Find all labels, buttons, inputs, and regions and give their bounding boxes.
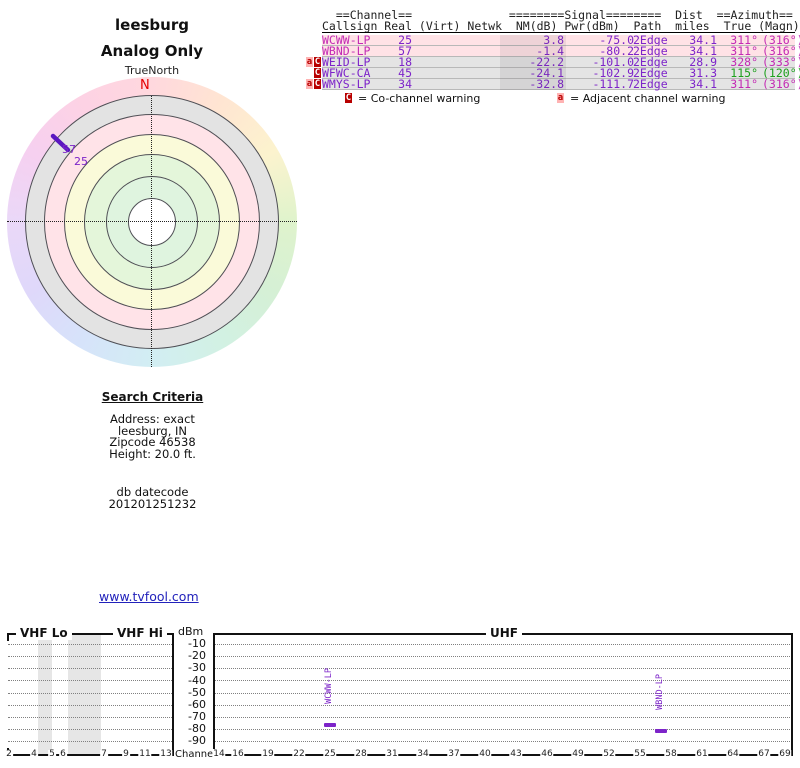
x-tick: 43 xyxy=(509,749,523,759)
search-criteria-block: Search Criteria Address: exact leesburg,… xyxy=(40,390,265,510)
table-column-header: Callsign Real (Virt) Netwk NM(dB) Pwr(dB… xyxy=(322,19,800,33)
azimuth-true: 311° xyxy=(730,77,758,91)
y-tick: -20 xyxy=(188,649,206,662)
channel-axis-label: Channel xyxy=(175,749,217,760)
vhf-lo-band-label: VHF Lo xyxy=(16,626,72,640)
pwr-dbm: -111.7 xyxy=(592,77,634,91)
north-marker: N xyxy=(140,78,150,93)
station-label-vertical: WBND-LP xyxy=(655,674,665,710)
vhf-gray-band xyxy=(38,634,52,754)
adjacent-channel-warning-icon: a xyxy=(306,57,313,67)
y-tick: -70 xyxy=(188,710,206,723)
x-tick: 28 xyxy=(354,749,368,759)
y-tick: -60 xyxy=(188,698,206,711)
y-tick: -80 xyxy=(188,722,206,735)
x-tick: 11 xyxy=(138,749,152,759)
y-tick: -40 xyxy=(188,674,206,687)
uhf-band-label: UHF xyxy=(486,626,522,640)
x-tick: 6 xyxy=(59,749,67,759)
spoke-channel-25-label: 25 xyxy=(74,155,88,168)
x-tick: 40 xyxy=(478,749,492,759)
x-tick: 4 xyxy=(30,749,38,759)
adjacent-channel-warning-icon: a xyxy=(557,93,564,103)
x-tick: 61 xyxy=(695,749,709,759)
co-channel-warning-icon: C xyxy=(314,68,321,78)
x-tick: 5 xyxy=(48,749,56,759)
adjacent-channel-warning-icon: a xyxy=(306,79,313,89)
x-tick: 55 xyxy=(633,749,647,759)
x-tick: 34 xyxy=(416,749,430,759)
x-tick: 49 xyxy=(571,749,585,759)
x-tick: 64 xyxy=(726,749,740,759)
nm-column-shade xyxy=(500,35,566,90)
co-channel-warning-icon: C xyxy=(314,57,321,67)
signal-bar-wcww xyxy=(324,723,336,727)
x-tick: 16 xyxy=(231,749,245,759)
path: 2Edge xyxy=(633,77,668,91)
y-tick: -10 xyxy=(188,637,206,650)
y-tick: -90 xyxy=(188,734,206,747)
signal-bar-wbnd xyxy=(655,729,667,733)
vhf-hi-band-label: VHF Hi xyxy=(113,626,167,640)
y-tick: -30 xyxy=(188,661,206,674)
tvfool-report: leesburg Analog Only TrueNorth N 57 25 =… xyxy=(0,0,800,768)
uhf-box-left xyxy=(213,633,215,756)
co-channel-warning-icon: C xyxy=(314,79,321,89)
radar-title: leesburg xyxy=(115,16,189,34)
x-tick: 31 xyxy=(385,749,399,759)
miles: 34.1 xyxy=(689,77,717,91)
x-tick: 67 xyxy=(757,749,771,759)
callsign: WMYS-LP xyxy=(322,77,371,91)
adjacent-channel-legend-text: = Adjacent channel warning xyxy=(570,92,726,105)
x-tick: 52 xyxy=(602,749,616,759)
co-channel-warning-icon: C xyxy=(345,93,352,103)
db-datecode-value: 201201251232 xyxy=(108,496,197,511)
search-criteria-heading: Search Criteria xyxy=(101,390,204,404)
y-tick: -50 xyxy=(188,686,206,699)
x-tick: 19 xyxy=(261,749,275,759)
fm-gray-band xyxy=(68,634,101,754)
azimuth-magnetic: (316°) xyxy=(762,77,800,91)
uhf-box-right xyxy=(791,633,793,756)
x-tick: 9 xyxy=(122,749,130,759)
x-tick: 14 xyxy=(212,749,226,759)
station-label-vertical: WCWW-LP xyxy=(324,668,334,704)
radar-spoke-overlay xyxy=(50,133,71,153)
x-tick: 37 xyxy=(447,749,461,759)
x-tick: 13 xyxy=(159,749,173,759)
x-tick: 69 xyxy=(778,749,792,759)
tvfool-link[interactable]: www.tvfool.com xyxy=(99,589,199,604)
x-tick: 22 xyxy=(292,749,306,759)
x-tick: 46 xyxy=(540,749,554,759)
x-tick: 2 xyxy=(5,749,13,759)
search-height: Height: 20.0 ft. xyxy=(109,446,196,461)
radar-subtitle: Analog Only xyxy=(100,42,204,60)
x-tick: 58 xyxy=(664,749,678,759)
x-tick: 25 xyxy=(323,749,337,759)
x-tick: 7 xyxy=(100,749,108,759)
channel-real: 34 xyxy=(398,77,412,91)
co-channel-legend-text: = Co-channel warning xyxy=(358,92,481,105)
